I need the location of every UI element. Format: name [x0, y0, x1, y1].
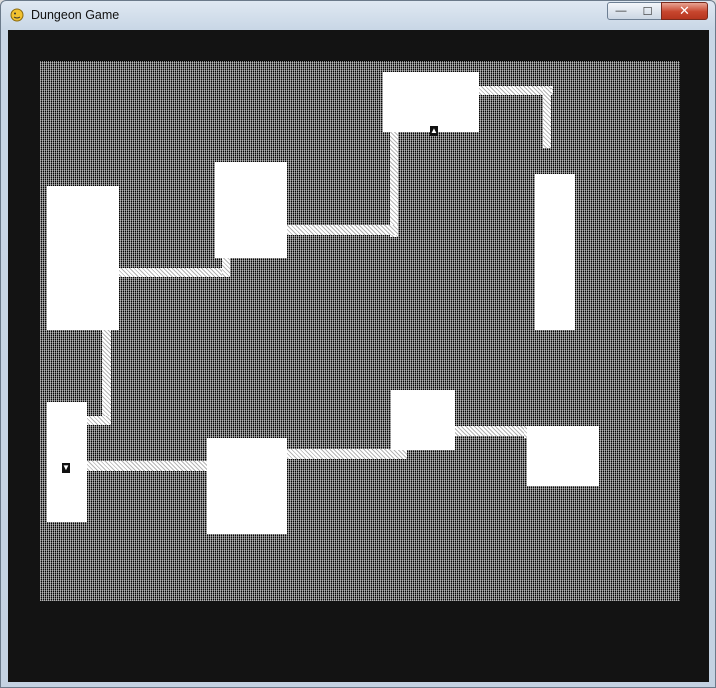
- title-bar[interactable]: Dungeon Game — ☐ ✕: [1, 1, 715, 30]
- window-title: Dungeon Game: [31, 8, 120, 22]
- room: [207, 438, 287, 534]
- corridor: [478, 86, 553, 95]
- dungeon-map: ▲ ▼: [40, 61, 680, 601]
- corridor: [86, 416, 111, 425]
- room: [47, 402, 87, 522]
- corridor: [102, 329, 111, 425]
- game-window: Dungeon Game — ☐ ✕ ▲ ▼: [0, 0, 716, 688]
- room: [535, 174, 575, 330]
- room: [47, 186, 119, 330]
- stairs-up-glyph: ▲: [430, 126, 438, 135]
- room: [215, 162, 287, 258]
- maximize-icon: ☐: [642, 5, 653, 18]
- corridor: [222, 257, 230, 277]
- minimize-button[interactable]: —: [607, 2, 635, 20]
- minimize-icon: —: [615, 5, 627, 17]
- game-canvas[interactable]: ▲ ▼: [8, 30, 709, 682]
- close-icon: ✕: [679, 3, 690, 18]
- pygame-snake-icon: [9, 7, 25, 23]
- stairs-up-icon: ▲: [430, 126, 438, 136]
- corridor: [390, 130, 398, 237]
- corridor: [543, 86, 551, 148]
- stairs-down-glyph: ▼: [62, 463, 70, 472]
- room: [391, 390, 455, 450]
- room: [383, 72, 479, 132]
- room: [527, 426, 599, 486]
- corridor: [86, 461, 214, 471]
- corridor: [118, 268, 230, 277]
- corridor: [285, 449, 407, 459]
- close-button[interactable]: ✕: [661, 2, 708, 20]
- stairs-down-icon: ▼: [62, 463, 70, 473]
- corridor: [285, 225, 398, 235]
- maximize-button[interactable]: ☐: [634, 2, 662, 20]
